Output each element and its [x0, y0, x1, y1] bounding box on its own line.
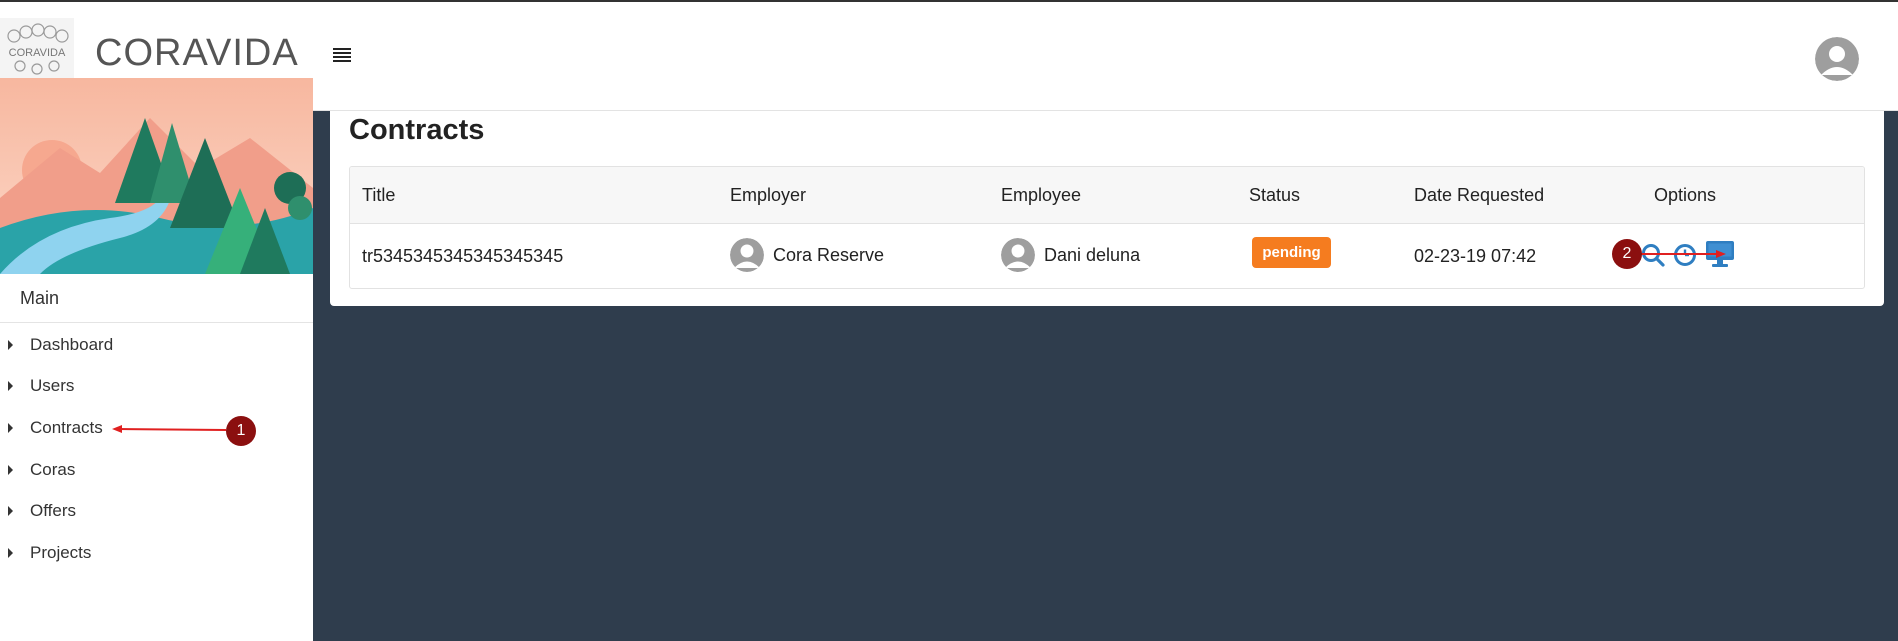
column-header-options: Options [1654, 185, 1717, 205]
sidebar-item-label: Dashboard [30, 334, 114, 354]
logo-text: CORAVIDA [9, 47, 66, 59]
annotation-marker-2: 2 [1612, 239, 1642, 269]
employee-name: Dani deluna [1044, 244, 1141, 265]
coravida-logo: CORAVIDA [0, 18, 74, 80]
employer-cell: Cora Reserve [730, 238, 884, 272]
brand[interactable]: CORAVIDA CORAVIDA [0, 18, 313, 80]
sidebar-item-projects[interactable]: Projects [0, 532, 313, 574]
top-border [0, 0, 1898, 2]
sidebar-divider [0, 322, 313, 323]
column-header-title[interactable]: Title [362, 185, 395, 206]
column-header-employee[interactable]: Employee [1001, 185, 1081, 206]
caret-right-icon [8, 381, 13, 392]
caret-right-icon [8, 506, 13, 517]
employee-avatar-icon [1001, 238, 1035, 272]
hamburger-icon[interactable] [333, 48, 351, 62]
contract-title: tr5345345345345345345 [362, 246, 564, 266]
sidebar-item-contracts[interactable]: Contracts [0, 407, 313, 449]
sidebar-section-title: Main [20, 288, 60, 308]
sidebar-item-label: Users [30, 376, 75, 396]
caret-right-icon [8, 422, 13, 433]
sidebar-item-dashboard[interactable]: Dashboard [0, 324, 313, 366]
sidebar-item-label: Contracts [30, 417, 103, 437]
sidebar-item-offers[interactable]: Offers [0, 490, 313, 532]
table-header: Title Employer Employee Status Date Requ… [350, 167, 1864, 224]
brand-name: CORAVIDA [95, 32, 299, 74]
sidebar-nav: Dashboard Users Contracts Coras Offers P… [0, 324, 313, 574]
status-badge[interactable]: pending [1252, 237, 1331, 268]
column-header-date-requested[interactable]: Date Requested [1414, 185, 1544, 206]
sidebar: CORAVIDA CORAVIDA Main Dashboard Users C… [0, 2, 313, 641]
sidebar-item-users[interactable]: Users [0, 366, 313, 408]
date-requested: 02-23-19 07:42 [1414, 246, 1537, 266]
column-header-employer[interactable]: Employer [730, 185, 806, 206]
contracts-card: Contracts Title Employer Employee Status… [330, 110, 1884, 306]
sidebar-item-label: Projects [30, 542, 92, 562]
caret-right-icon [8, 339, 13, 350]
top-header [313, 2, 1898, 111]
sidebar-item-coras[interactable]: Coras [0, 449, 313, 491]
search-icon[interactable] [1640, 242, 1666, 268]
caret-right-icon [8, 464, 13, 475]
user-avatar-icon[interactable] [1815, 37, 1859, 81]
sidebar-item-label: Coras [30, 459, 76, 479]
contracts-table: Title Employer Employee Status Date Requ… [349, 166, 1865, 289]
clock-icon[interactable] [1672, 242, 1698, 268]
employer-name: Cora Reserve [773, 244, 885, 265]
employer-avatar-icon [730, 238, 764, 272]
sidebar-hero-illustration [0, 78, 313, 274]
sidebar-item-label: Offers [30, 501, 76, 521]
annotation-marker-1: 1 [226, 416, 256, 446]
page-title: Contracts [349, 114, 485, 146]
employee-cell: Dani deluna [1001, 238, 1140, 272]
monitor-icon[interactable] [1705, 240, 1735, 268]
caret-right-icon [8, 547, 13, 558]
column-header-status[interactable]: Status [1249, 185, 1300, 206]
